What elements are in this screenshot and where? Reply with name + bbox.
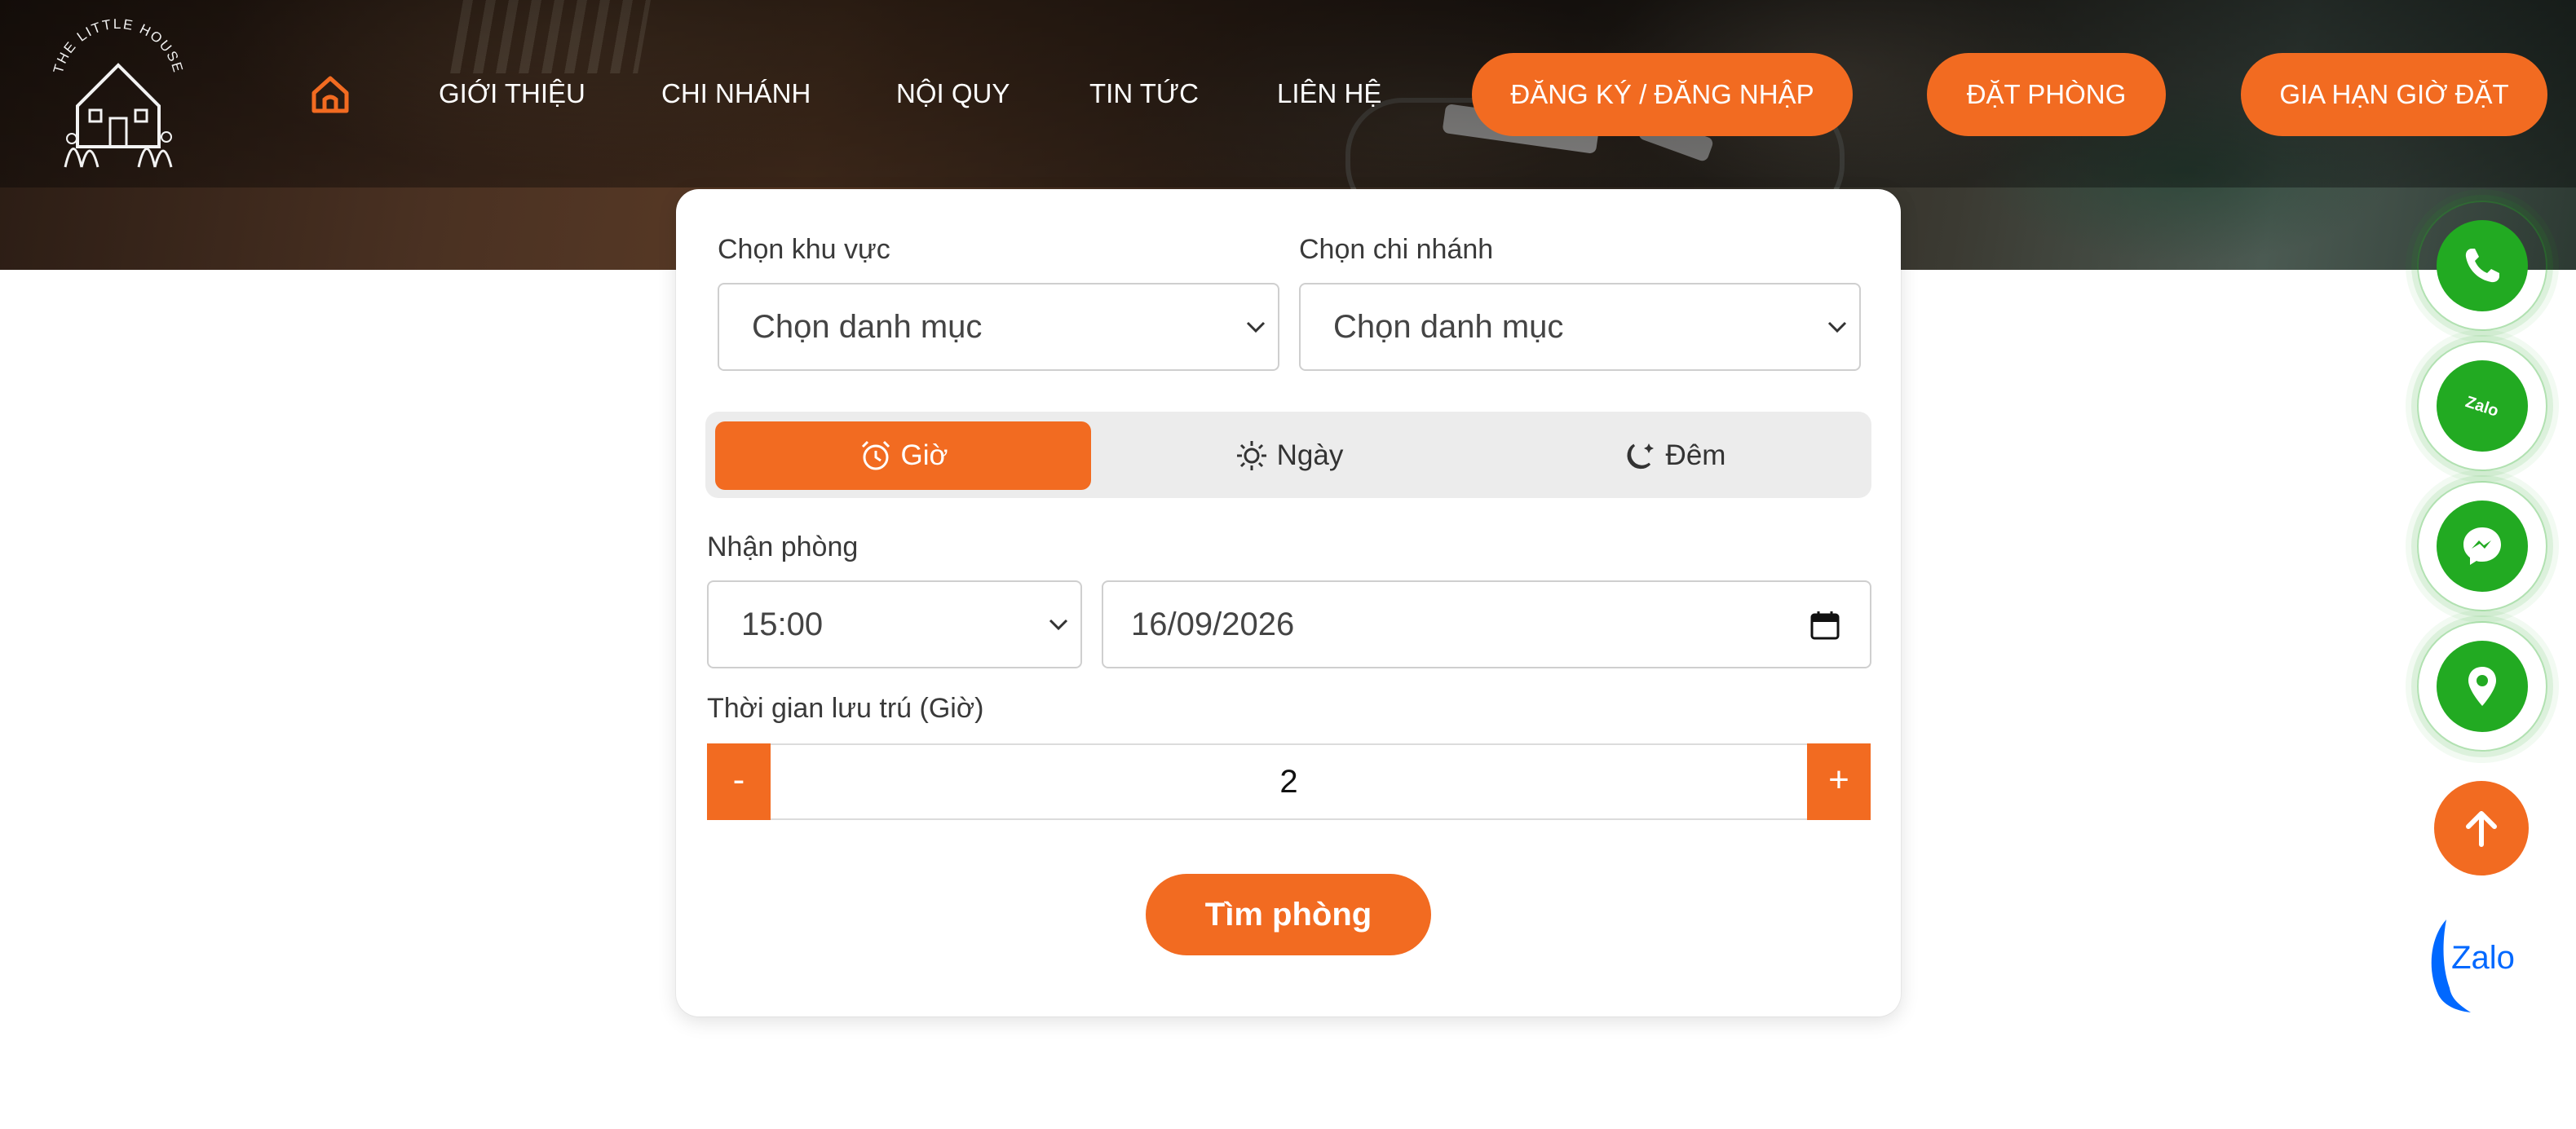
region-select-value: Chọn danh mục (752, 309, 983, 345)
zalo-icon: Zalo (2463, 393, 2501, 421)
tab-hour-label: Giờ (900, 439, 948, 471)
branch-select-value: Chọn danh mục (1333, 309, 1564, 345)
nav-link-news[interactable]: TIN TỨC (1089, 73, 1199, 114)
calendar-icon[interactable] (1809, 610, 1840, 641)
checkin-date-input[interactable]: 16/09/2026 (1102, 580, 1871, 668)
region-select[interactable]: Chọn danh mục (718, 283, 1279, 371)
decrement-button[interactable]: - (707, 743, 771, 820)
checkin-date-value: 16/09/2026 (1131, 606, 1295, 642)
scroll-top-button[interactable] (2434, 781, 2529, 875)
stay-duration-stepper: - 2 + (707, 743, 1871, 820)
search-room-button[interactable]: Tìm phòng (1146, 874, 1431, 955)
checkin-time-value: 15:00 (741, 606, 824, 642)
tab-night[interactable]: Đêm (1487, 421, 1862, 490)
checkin-time-select[interactable]: 15:00 (707, 580, 1082, 668)
extend-booking-button[interactable]: GIA HẠN GIỜ ĐẶT (2241, 53, 2547, 136)
tab-night-label: Đêm (1665, 439, 1726, 471)
stay-duration-label: Thời gian lưu trú (Giờ) (707, 693, 984, 724)
zalo-chat-widget[interactable]: Zalo (2422, 913, 2528, 1017)
tab-hour[interactable]: Giờ (715, 421, 1091, 490)
logo[interactable]: THE LITTLE HOUSE (33, 8, 204, 175)
messenger-button[interactable] (2437, 501, 2528, 592)
phone-button[interactable] (2437, 220, 2528, 311)
chevron-down-icon (1246, 321, 1266, 333)
phone-icon (2465, 249, 2499, 283)
branch-select[interactable]: Chọn danh mục (1299, 283, 1861, 371)
region-label: Chọn khu vực (718, 234, 890, 265)
home-icon[interactable] (308, 72, 352, 116)
register-login-button[interactable]: ĐĂNG KÝ / ĐĂNG NHẬP (1472, 53, 1853, 136)
checkin-label: Nhận phòng (707, 531, 859, 562)
zalo-logo-icon: Zalo (2431, 920, 2515, 1012)
sun-icon (1236, 441, 1266, 470)
nav-link-rules[interactable]: NỘI QUY (896, 73, 1010, 114)
book-room-button[interactable]: ĐẶT PHÒNG (1927, 53, 2166, 136)
booking-type-tabs: Giờ Ngày Đêm (705, 412, 1871, 498)
nav-link-branches[interactable]: CHI NHÁNH (661, 73, 811, 114)
location-pin-icon (2468, 667, 2496, 706)
location-button[interactable] (2437, 641, 2528, 732)
branch-label: Chọn chi nhánh (1299, 234, 1494, 265)
svg-text:Zalo: Zalo (2463, 393, 2501, 421)
moon-icon (1627, 443, 1654, 470)
svg-text:Zalo: Zalo (2451, 940, 2515, 976)
chevron-down-icon (1827, 321, 1847, 333)
zalo-button[interactable]: Zalo (2437, 360, 2528, 452)
tab-day-label: Ngày (1276, 439, 1344, 471)
nav-link-contact[interactable]: LIÊN HỆ (1277, 73, 1381, 114)
nav-link-about[interactable]: GIỚI THIỆU (439, 73, 585, 114)
increment-button[interactable]: + (1807, 743, 1871, 820)
arrow-up-icon (2466, 811, 2497, 847)
messenger-icon (2463, 527, 2501, 565)
chevron-down-icon (1049, 619, 1068, 631)
stay-duration-value[interactable]: 2 (772, 745, 1805, 818)
alarm-clock-icon (861, 440, 890, 470)
tab-day[interactable]: Ngày (1101, 421, 1477, 490)
